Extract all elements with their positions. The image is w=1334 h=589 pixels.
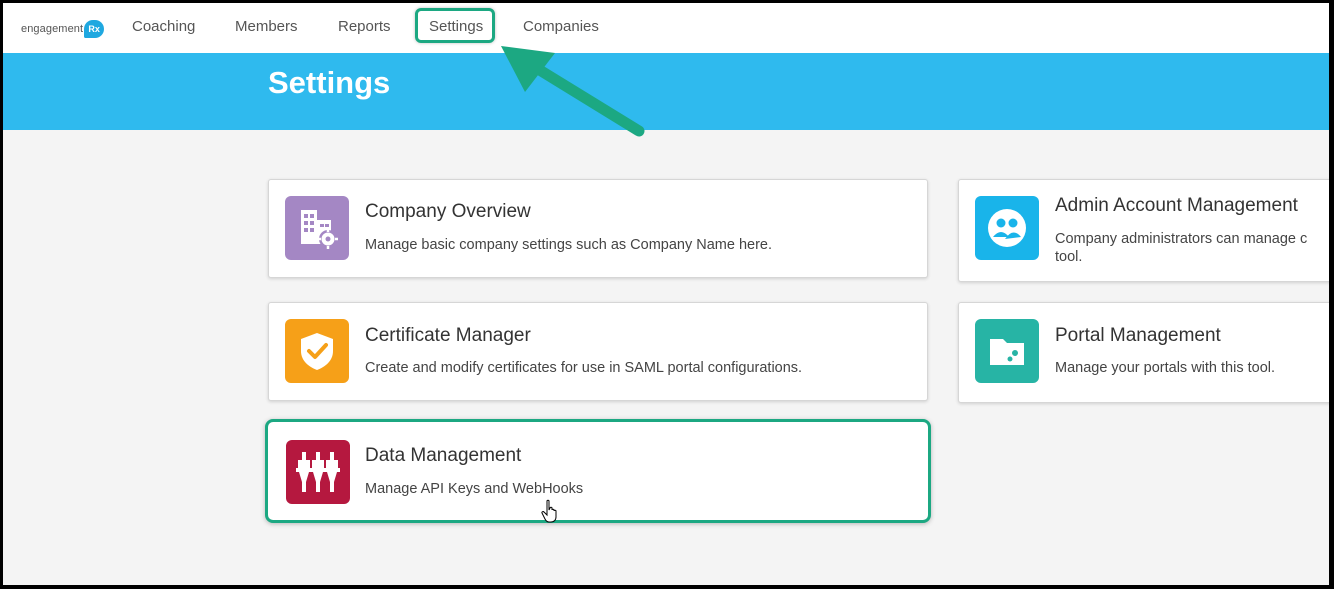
app-window: engagement Rx Coaching Members Reports S… [3, 3, 1329, 585]
card-company-overview[interactable]: Company Overview Manage basic company se… [268, 179, 928, 278]
card-certificate-manager[interactable]: Certificate Manager Create and modify ce… [268, 302, 928, 401]
hand-pointer-icon [541, 499, 557, 523]
card-title: Certificate Manager [365, 325, 531, 346]
card-title: Admin Account Management [1055, 195, 1298, 216]
nav-coaching[interactable]: Coaching [132, 17, 195, 37]
top-navigation: engagement Rx Coaching Members Reports S… [3, 3, 1329, 54]
card-description: Manage API Keys and WebHooks [365, 481, 584, 497]
card-description: Company administrators can manage c tool… [1055, 231, 1308, 265]
building-gear-icon [285, 196, 349, 260]
nav-reports[interactable]: Reports [338, 17, 391, 37]
shield-check-icon [285, 319, 349, 383]
logo-text: engagement [21, 23, 84, 35]
card-title: Company Overview [365, 201, 531, 222]
card-title: Portal Management [1055, 325, 1221, 346]
card-portal-management[interactable]: Portal Management Manage your portals wi… [958, 302, 1329, 403]
nav-companies[interactable]: Companies [523, 17, 599, 37]
page-banner: Settings [3, 53, 1329, 130]
card-description: Manage your portals with this tool. [1055, 360, 1276, 376]
logo-badge: Rx [84, 20, 105, 38]
nav-members[interactable]: Members [235, 17, 298, 37]
card-data-management[interactable]: Data Management Manage API Keys and WebH… [265, 419, 931, 523]
card-title: Data Management [365, 445, 522, 466]
plugs-icon [286, 440, 350, 504]
users-circle-icon [975, 196, 1039, 260]
card-description: Manage basic company settings such as Co… [365, 237, 773, 253]
folder-icon [975, 319, 1039, 383]
card-description: Create and modify certificates for use i… [365, 360, 803, 376]
settings-highlight-box [415, 8, 495, 43]
card-admin-account-management[interactable]: Admin Account Management Company adminis… [958, 179, 1329, 282]
page-title: Settings [268, 65, 391, 100]
brand-logo[interactable]: engagement Rx [21, 19, 105, 39]
